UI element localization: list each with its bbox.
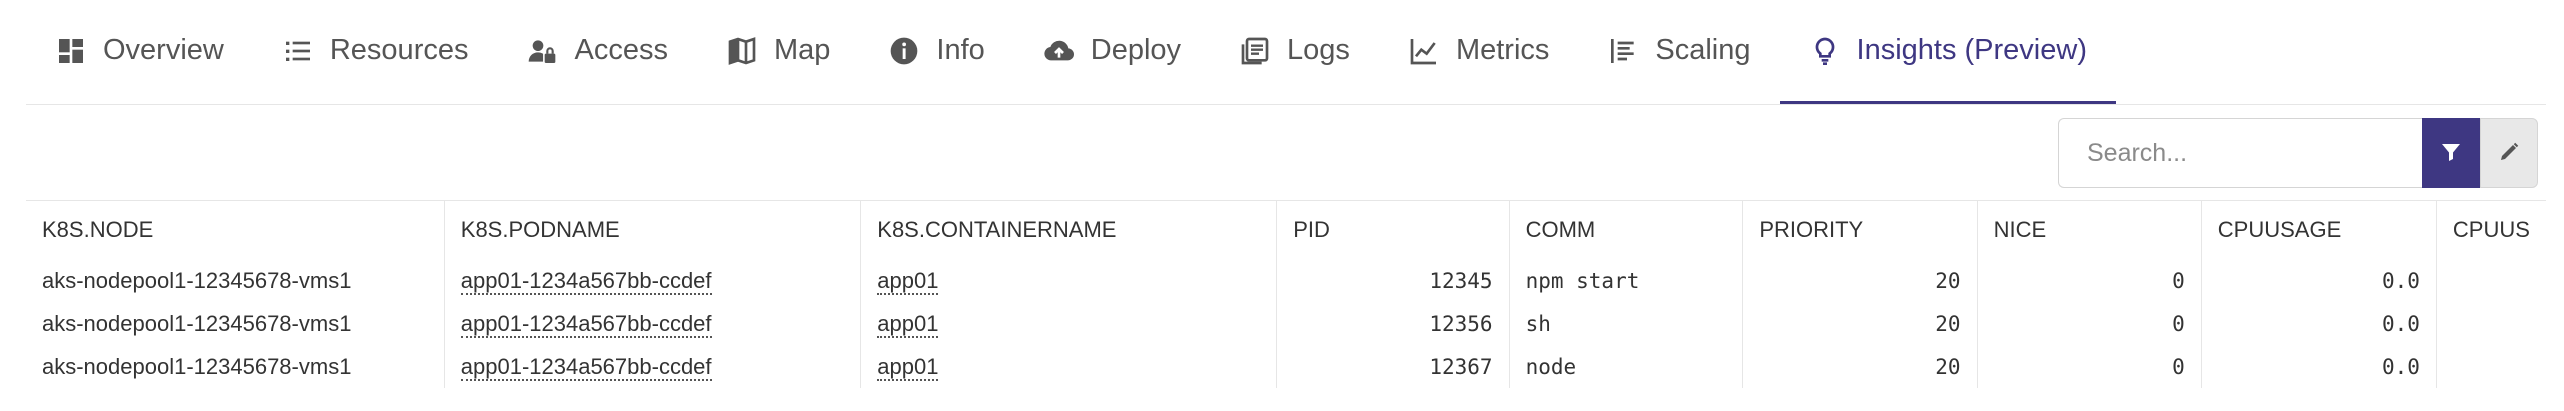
cell-podname: app01-1234a567bb-ccdef <box>443 259 861 302</box>
column-header-comm[interactable]: COMM <box>1508 201 1743 259</box>
column-header-cpuusage[interactable]: CPUUSAGE <box>2200 201 2437 259</box>
column-header-priority[interactable]: PRIORITY <box>1742 201 1978 259</box>
cell-priority: 20 <box>1742 302 1978 345</box>
user-lock-icon <box>526 35 558 67</box>
cell-nice: 0 <box>1976 302 2202 345</box>
tab-overview[interactable]: Overview <box>26 0 253 104</box>
edit-button[interactable] <box>2480 118 2538 188</box>
tab-resources[interactable]: Resources <box>253 0 498 104</box>
cell-priority: 20 <box>1742 259 1978 302</box>
containername-link[interactable]: app01 <box>877 353 939 381</box>
column-header-nice[interactable]: NICE <box>1976 201 2202 259</box>
tab-label: Overview <box>103 34 224 66</box>
cell-nice: 0 <box>1976 345 2202 388</box>
cell-pid: 12367 <box>1276 345 1510 388</box>
info-icon <box>888 35 920 67</box>
tab-label: Resources <box>329 34 469 66</box>
column-header-k8s-node[interactable]: K8S.NODE <box>26 201 444 259</box>
cell-node: aks-nodepool1-12345678-vms1 <box>42 310 352 336</box>
cell-nice: 0 <box>1976 259 2202 302</box>
containername-link[interactable]: app01 <box>877 310 939 338</box>
table-row: aks-nodepool1-12345678-vms1 app01-1234a5… <box>26 345 2546 388</box>
logs-icon <box>1239 35 1271 67</box>
insights-table: K8S.NODE K8S.PODNAME K8S.CONTAINERNAME P… <box>26 200 2546 411</box>
scaling-icon <box>1607 35 1639 67</box>
cell-cpuusage: 0.0 <box>2200 345 2437 388</box>
cell-comm: sh <box>1508 302 1743 345</box>
pencil-icon <box>2497 140 2521 167</box>
tab-label: Metrics <box>1455 34 1550 66</box>
cell-priority: 20 <box>1742 345 1978 388</box>
podname-link[interactable]: app01-1234a567bb-ccdef <box>460 267 712 295</box>
tab-bar: Overview Resources Access Map Info Deplo… <box>26 0 2546 105</box>
cell-containername: app01 <box>860 259 1277 302</box>
table-toolbar <box>2058 118 2538 190</box>
cell-containername: app01 <box>860 302 1277 345</box>
tab-label: Info <box>936 34 985 66</box>
tab-label: Deploy <box>1090 34 1182 66</box>
tab-metrics[interactable]: Metrics <box>1379 0 1578 104</box>
tab-label: Logs <box>1287 34 1350 66</box>
table-row: aks-nodepool1-12345678-vms1 app01-1234a5… <box>26 302 2546 345</box>
filter-icon <box>2439 140 2463 167</box>
cell-node: aks-nodepool1-12345678-vms1 <box>42 267 352 293</box>
table-header-row: K8S.NODE K8S.PODNAME K8S.CONTAINERNAME P… <box>26 201 2546 259</box>
tab-label: Map <box>773 34 831 66</box>
cell-podname: app01-1234a567bb-ccdef <box>443 302 861 345</box>
cloud-upload-icon <box>1043 35 1075 67</box>
filter-button[interactable] <box>2422 118 2480 188</box>
tab-insights[interactable]: Insights (Preview) <box>1779 0 2116 104</box>
list-icon <box>282 35 314 67</box>
tab-label: Insights (Preview) <box>1856 34 2087 66</box>
column-header-pid[interactable]: PID <box>1276 201 1510 259</box>
tab-info[interactable]: Info <box>859 0 1013 104</box>
tab-label: Scaling <box>1655 34 1751 66</box>
cell-cpuus <box>2435 345 2546 388</box>
tab-access[interactable]: Access <box>497 0 696 104</box>
cell-comm: node <box>1508 345 1743 388</box>
map-icon <box>726 35 758 67</box>
cell-node: aks-nodepool1-12345678-vms1 <box>42 353 352 379</box>
cell-comm: npm start <box>1508 259 1743 302</box>
table-row: aks-nodepool1-12345678-vms1 app01-1234a5… <box>26 259 2546 302</box>
cell-pid: 12345 <box>1276 259 1510 302</box>
podname-link[interactable]: app01-1234a567bb-ccdef <box>460 353 712 381</box>
lightbulb-icon <box>1809 35 1841 67</box>
column-header-k8s-containername[interactable]: K8S.CONTAINERNAME <box>860 201 1277 259</box>
cell-pid: 12356 <box>1276 302 1510 345</box>
tab-deploy[interactable]: Deploy <box>1014 0 1210 104</box>
cell-cpuus <box>2435 259 2546 302</box>
dashboard-icon <box>55 35 87 67</box>
tab-logs[interactable]: Logs <box>1210 0 1379 104</box>
cell-cpuus <box>2435 302 2546 345</box>
cell-cpuusage: 0.0 <box>2200 259 2437 302</box>
column-header-k8s-podname[interactable]: K8S.PODNAME <box>443 201 861 259</box>
cell-podname: app01-1234a567bb-ccdef <box>443 345 861 388</box>
containername-link[interactable]: app01 <box>877 267 939 295</box>
column-header-cpuus[interactable]: CPUUS <box>2435 201 2546 259</box>
tab-scaling[interactable]: Scaling <box>1578 0 1779 104</box>
cell-containername: app01 <box>860 345 1277 388</box>
cell-cpuusage: 0.0 <box>2200 302 2437 345</box>
podname-link[interactable]: app01-1234a567bb-ccdef <box>460 310 712 338</box>
search-input[interactable] <box>2058 118 2422 188</box>
tab-map[interactable]: Map <box>697 0 859 104</box>
chart-line-icon <box>1408 35 1440 67</box>
tab-label: Access <box>574 34 668 66</box>
